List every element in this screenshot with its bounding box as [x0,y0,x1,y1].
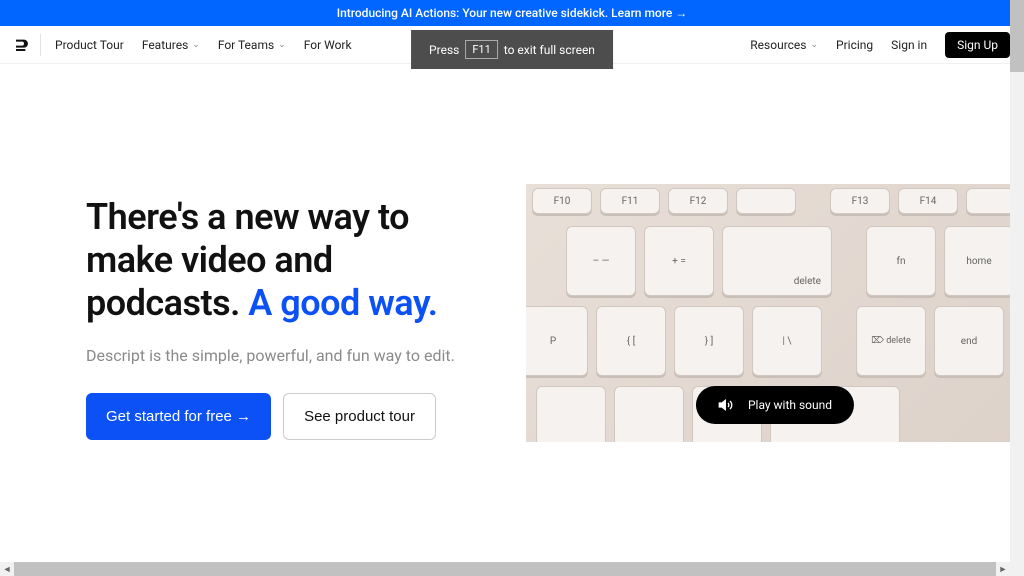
sound-icon [718,397,734,413]
keyboard-key: F10 [532,188,592,214]
title-accent: A good way. [248,282,437,324]
hero-ctas: Get started for free → See product tour [86,393,486,440]
scroll-left-icon[interactable]: ◄ [0,562,14,576]
logo-icon[interactable] [14,37,30,53]
hero-subtitle: Descript is the simple, powerful, and fu… [86,346,486,365]
keyboard-key: – — [566,226,636,296]
hint-rest: to exit full screen [504,43,595,57]
title-line: There's a new way to [86,196,409,238]
nav-for-teams[interactable]: For Teams ⌄ [218,38,286,52]
nav-label: Product Tour [55,38,124,52]
nav-left-group: Product Tour Features ⌄ For Teams ⌄ For Wo… [55,38,352,52]
title-line: podcasts. [86,282,248,324]
hero-text: There's a new way to make video and podc… [86,184,486,442]
title-line: make video and [86,239,333,281]
chevron-down-icon: ⌄ [278,40,286,50]
hero-video[interactable]: F10 F11 F12 F13 F14 – — + = delete fn ho… [526,184,1024,442]
play-with-sound-button[interactable]: Play with sound [696,386,854,424]
horizontal-scrollbar[interactable]: ◄ ► [0,562,1010,576]
keyboard-key: fn [866,226,936,296]
get-started-button[interactable]: Get started for free → [86,393,271,440]
nav-resources[interactable]: Resources ⌄ [750,38,818,52]
fullscreen-hint: Press F11 to exit full screen [411,30,613,69]
nav-divider [40,34,41,56]
announcement-banner[interactable]: Introducing AI Actions: Your new creativ… [0,0,1024,26]
keyboard-key: F14 [898,188,958,214]
keyboard-key: end [934,306,1004,376]
play-label: Play with sound [748,398,832,412]
keyboard-key: delete [722,226,832,296]
product-tour-button[interactable]: See product tour [283,393,436,440]
keyboard-key: | \ [752,306,822,376]
nav-label: For Work [304,38,352,52]
nav-label: Features [142,38,188,52]
nav-label: For Teams [218,38,274,52]
keyboard-key: { [ [596,306,666,376]
chevron-down-icon: ⌄ [810,40,818,50]
keyboard-key: ⌦ delete [856,306,926,376]
hint-press: Press [429,43,459,57]
nav-features[interactable]: Features ⌄ [142,38,200,52]
keyboard-key: + = [644,226,714,296]
nav-product-tour[interactable]: Product Tour [55,38,124,52]
keyboard-key: P [526,306,588,376]
keyboard-key [736,188,796,214]
hero-title: There's a new way to make video and podc… [86,196,486,326]
keyboard-key [614,386,684,442]
nav-right-group: Resources ⌄ Pricing Sign in Sign Up [750,32,1010,58]
scroll-right-icon[interactable]: ► [996,562,1010,576]
nav-label: Sign in [891,38,927,52]
keyboard-key: F11 [600,188,660,214]
hero-section: There's a new way to make video and podc… [0,64,1024,442]
nav-for-work[interactable]: For Work [304,38,352,52]
hint-key: F11 [465,40,497,59]
vertical-scrollbar[interactable] [1010,0,1024,576]
nav-label: Pricing [836,38,873,52]
keyboard-key [536,386,606,442]
keyboard-key: home [944,226,1014,296]
nav-sign-in[interactable]: Sign in [891,38,927,52]
nav-label: Resources [750,38,806,52]
chevron-down-icon: ⌄ [192,40,200,50]
nav-pricing[interactable]: Pricing [836,38,873,52]
sign-up-button[interactable]: Sign Up [945,32,1010,58]
scrollbar-thumb[interactable] [14,562,996,576]
banner-link[interactable]: Introducing AI Actions: Your new creativ… [337,6,688,20]
keyboard-key: F12 [668,188,728,214]
keyboard-key: F13 [830,188,890,214]
scrollbar-thumb[interactable] [1010,0,1024,72]
keyboard-key: } ] [674,306,744,376]
